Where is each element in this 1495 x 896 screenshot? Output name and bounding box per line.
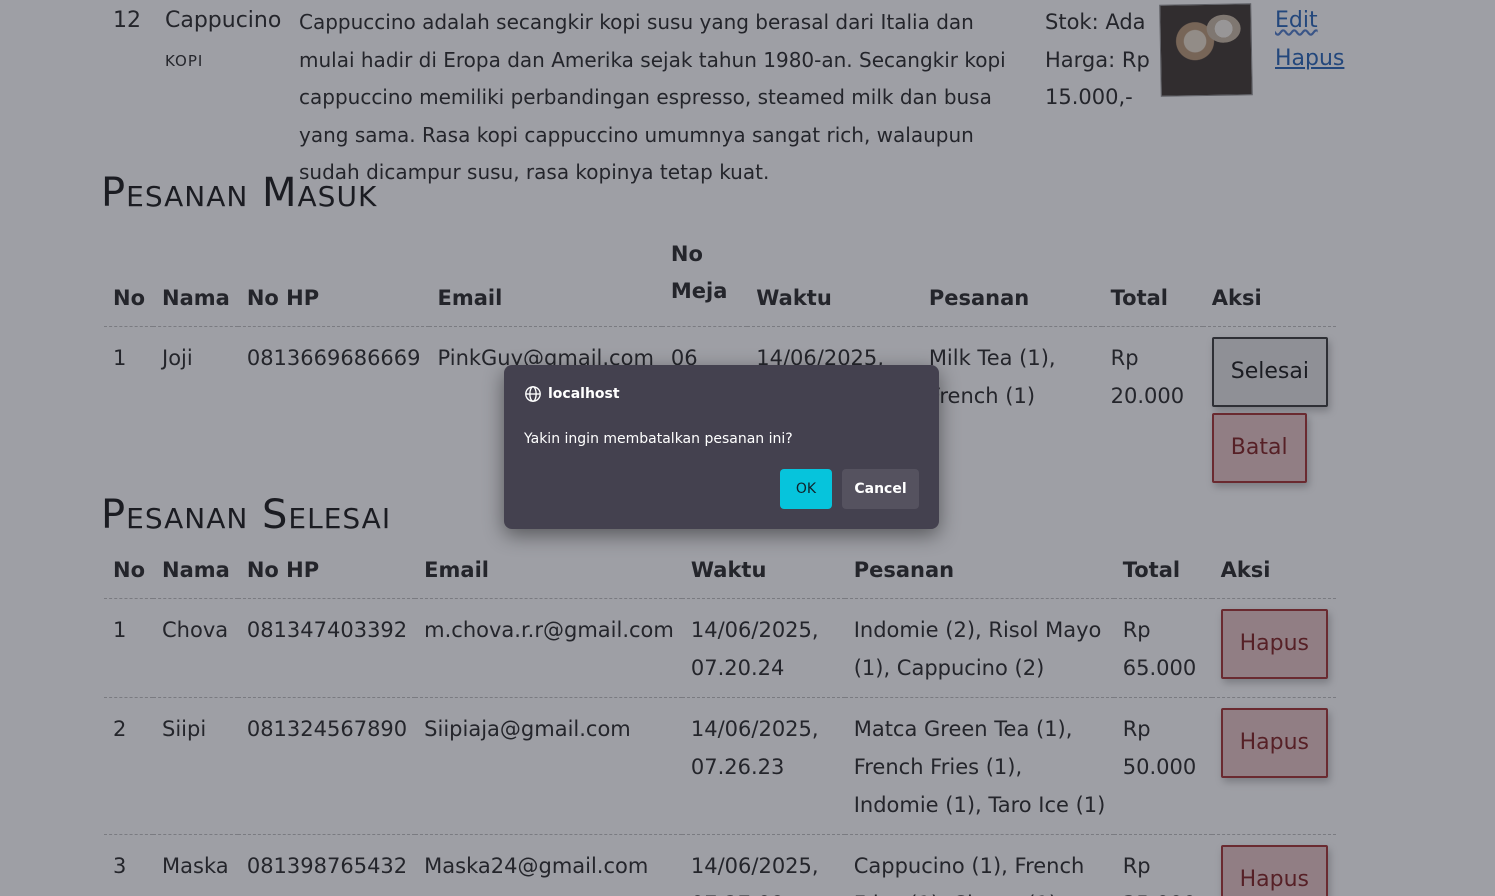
- dialog-ok-button[interactable]: OK: [780, 469, 832, 509]
- confirm-dialog: localhost Yakin ingin membatalkan pesana…: [504, 365, 939, 529]
- dialog-cancel-button[interactable]: Cancel: [842, 469, 919, 509]
- dialog-origin-text: localhost: [548, 386, 620, 402]
- dialog-message: Yakin ingin membatalkan pesanan ini?: [524, 431, 793, 447]
- dialog-origin: localhost: [524, 385, 620, 403]
- globe-icon: [525, 386, 541, 402]
